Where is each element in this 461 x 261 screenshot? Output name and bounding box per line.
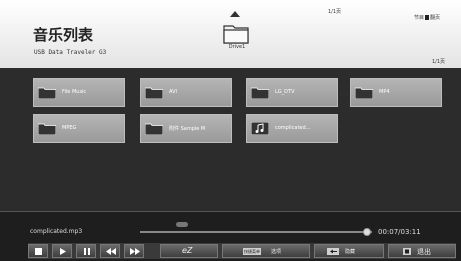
folder-item[interactable]: MP4: [350, 78, 442, 107]
item-label: complicated...: [275, 125, 311, 131]
item-label: MPEG: [62, 125, 77, 131]
play-icon: [60, 248, 66, 255]
exit-key-icon: [403, 248, 411, 255]
ez-label: eZ: [182, 246, 193, 255]
hide-button[interactable]: 隐藏: [314, 244, 384, 258]
up-arrow-icon[interactable]: [230, 11, 240, 17]
exit-button[interactable]: 退出: [388, 244, 456, 258]
header: 音乐列表 USB Data Traveler G3 Drive1 1/1页 节目…: [0, 0, 461, 68]
page-turn-label: 翻页: [430, 15, 441, 21]
rewind-icon: [106, 248, 116, 255]
options-button[interactable]: 快捷菜单 选项: [222, 244, 310, 258]
music-file-item[interactable]: complicated...: [246, 114, 338, 143]
stop-button[interactable]: [28, 244, 48, 258]
page-indicator-top: 1/1页: [328, 9, 342, 15]
progress-track[interactable]: [140, 231, 372, 233]
back-key-icon: [327, 248, 339, 255]
drive-icon[interactable]: [223, 22, 249, 44]
page-title: 音乐列表: [33, 26, 94, 44]
folder-icon: [145, 123, 163, 135]
item-label: File Music: [62, 89, 87, 95]
folder-icon: [145, 87, 163, 99]
now-playing-filename: complicated.mp3: [30, 228, 83, 235]
fast-forward-icon: [130, 248, 140, 255]
channel-key-icon: [425, 15, 430, 20]
item-label: AVI: [169, 89, 177, 95]
folder-icon: [38, 123, 56, 135]
quick-menu-key: 快捷菜单: [243, 248, 261, 255]
music-note-icon: [251, 122, 269, 135]
exit-label: 退出: [417, 248, 431, 256]
rewind-button[interactable]: [100, 244, 120, 258]
folder-item[interactable]: 附件 Sample M: [140, 114, 232, 143]
folder-icon: [38, 87, 56, 99]
page-indicator: 1/1页: [432, 59, 446, 65]
page-nav-hint: 节目 翻页: [414, 14, 440, 21]
file-grid: File Music AVI LG_DTV MP4 MPEG 附件 Sample…: [0, 68, 461, 211]
playback-time: 00:07/03:11: [378, 228, 421, 236]
fast-forward-button[interactable]: [124, 244, 144, 258]
folder-item[interactable]: LG_DTV: [246, 78, 338, 107]
folder-item[interactable]: AVI: [140, 78, 232, 107]
item-label: MP4: [379, 89, 390, 95]
hide-label: 隐藏: [345, 249, 356, 255]
play-button[interactable]: [52, 244, 72, 258]
stop-icon: [35, 248, 42, 255]
folder-item[interactable]: MPEG: [33, 114, 125, 143]
disc-icon: [176, 222, 188, 227]
item-label: LG_DTV: [275, 89, 295, 95]
options-label: 选项: [271, 249, 282, 255]
program-label: 节目: [414, 15, 425, 21]
folder-icon: [355, 87, 373, 99]
device-name: USB Data Traveler G3: [34, 49, 107, 56]
media-player-screen: 音乐列表 USB Data Traveler G3 Drive1 1/1页 节目…: [0, 0, 461, 261]
drive-label: Drive1: [228, 44, 246, 50]
ez-button[interactable]: eZ: [160, 244, 218, 258]
pause-button[interactable]: [76, 244, 96, 258]
folder-item[interactable]: File Music: [33, 78, 125, 107]
item-label: 附件 Sample M: [169, 126, 206, 132]
pause-icon: [84, 248, 90, 255]
folder-icon: [251, 87, 269, 99]
